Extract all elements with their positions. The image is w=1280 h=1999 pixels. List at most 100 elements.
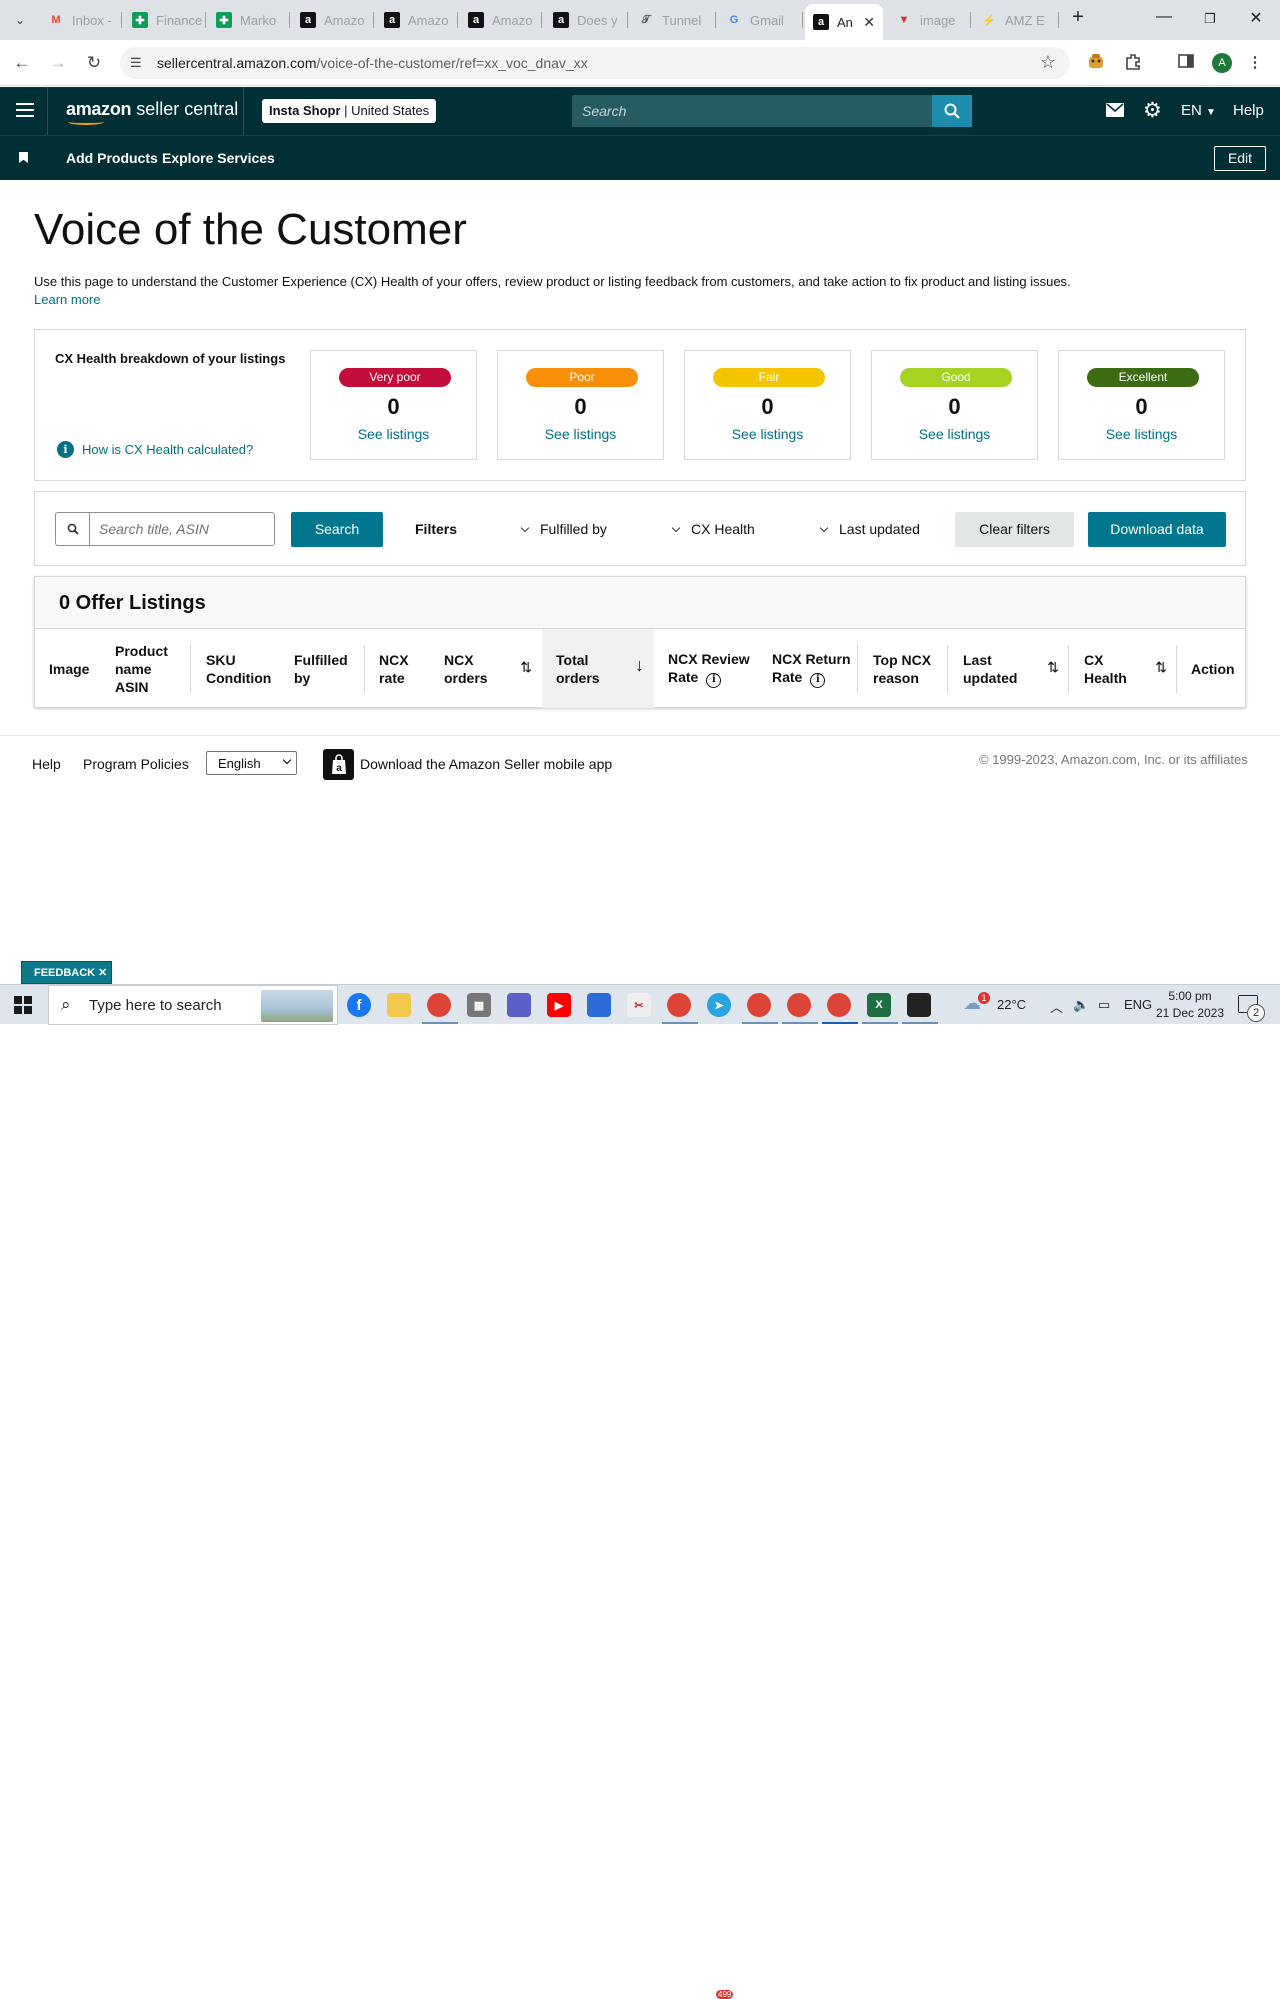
volume-icon[interactable]: 🔈: [1073, 997, 1089, 1013]
browser-tab[interactable]: M Inbox -: [40, 6, 122, 34]
sort-icon[interactable]: ⇅: [1047, 659, 1059, 676]
extension-icon[interactable]: [1085, 52, 1107, 74]
column-header[interactable]: NCX orders ⇅: [430, 629, 542, 708]
column-header[interactable]: Last updated ⇅: [948, 629, 1069, 708]
chrome-menu-icon[interactable]: ⋮: [1244, 52, 1266, 74]
excel-icon[interactable]: X: [867, 993, 891, 1017]
settings-gear-icon[interactable]: ⚙: [1143, 98, 1162, 123]
browser-tab[interactable]: a Does y: [545, 6, 628, 34]
sort-icon[interactable]: ⇅: [520, 659, 532, 676]
see-listings-link[interactable]: See listings: [1059, 426, 1224, 442]
extensions-puzzle-icon[interactable]: [1122, 52, 1144, 74]
see-listings-link[interactable]: See listings: [872, 426, 1037, 442]
address-bar[interactable]: ☰ sellercentral.amazon.com/voice-of-the-…: [120, 47, 1070, 79]
new-tab-icon[interactable]: +: [1066, 6, 1090, 30]
site-info-icon[interactable]: ☰: [130, 55, 142, 71]
column-header[interactable]: CX Health ⇅: [1069, 629, 1177, 708]
add-products-link[interactable]: Add Products: [66, 150, 158, 166]
mail-icon[interactable]: [1106, 101, 1124, 122]
show-hidden-icons-icon[interactable]: ︿: [1050, 997, 1063, 1016]
header-search-button[interactable]: [932, 95, 972, 127]
cx-count: 0: [574, 394, 587, 419]
column-header[interactable]: Total orders ↓: [542, 629, 654, 708]
sort-icon[interactable]: ⇅: [1155, 659, 1167, 676]
search-icon: [944, 103, 960, 119]
amazon-icon: a: [553, 12, 569, 28]
store-icon[interactable]: [587, 993, 611, 1017]
browser-tab[interactable]: a Amazo: [292, 6, 374, 34]
language-selector[interactable]: EN ▼: [1181, 102, 1216, 119]
network-icon[interactable]: ▭: [1098, 997, 1110, 1013]
browser-tab[interactable]: G Gmail: [718, 6, 803, 34]
last-updated-dropdown[interactable]: Last updated: [819, 521, 920, 537]
see-listings-link[interactable]: See listings: [685, 426, 850, 442]
minimize-icon[interactable]: —: [1152, 8, 1176, 32]
windows-start-icon[interactable]: [14, 996, 32, 1014]
header-help-link[interactable]: Help: [1233, 102, 1264, 119]
restore-icon[interactable]: ❐: [1198, 11, 1222, 35]
browser-tab[interactable]: ⚡ AMZ E: [973, 6, 1059, 34]
search-button[interactable]: Search: [291, 512, 383, 547]
chrome-profile-icon[interactable]: [667, 993, 691, 1017]
learn-more-link[interactable]: Learn more: [34, 292, 100, 307]
back-icon[interactable]: ←: [11, 52, 33, 74]
clear-filters-button[interactable]: Clear filters: [955, 512, 1074, 547]
info-icon[interactable]: i: [810, 672, 826, 688]
see-listings-link[interactable]: See listings: [311, 426, 476, 442]
copilot-icon[interactable]: [507, 993, 531, 1017]
listing-search-input[interactable]: Search title, ASIN: [89, 512, 275, 546]
youtube-icon[interactable]: ▶: [547, 993, 571, 1017]
reload-icon[interactable]: ↻: [83, 52, 105, 74]
chrome-profile-c-icon[interactable]: [787, 993, 811, 1017]
info-icon[interactable]: i: [706, 672, 722, 688]
bookmark-icon[interactable]: [19, 152, 28, 163]
close-window-icon[interactable]: ✕: [1244, 8, 1268, 32]
cx-health-calc-link[interactable]: i How is CX Health calculated?: [57, 441, 253, 458]
store-selector[interactable]: Insta Shopr | United States: [262, 99, 437, 123]
see-listings-link[interactable]: See listings: [498, 426, 663, 442]
taskbar-search[interactable]: ⌕ Type here to search: [48, 985, 338, 1025]
program-policies-link[interactable]: Program Policies: [83, 756, 189, 772]
edit-nav-button[interactable]: Edit: [1214, 146, 1266, 171]
footer-help-link[interactable]: Help: [32, 756, 61, 772]
bookmark-star-icon[interactable]: ☆: [1040, 52, 1056, 73]
explore-services-link[interactable]: Explore Services: [162, 150, 275, 166]
footer-language-select[interactable]: English: [206, 751, 297, 775]
sticky-notes-icon[interactable]: [907, 993, 931, 1017]
browser-tab[interactable]: a An ✕: [805, 4, 883, 40]
telegram-icon[interactable]: ➤: [707, 993, 731, 1017]
chrome-active-icon[interactable]: [827, 993, 851, 1017]
amazon-seller-app-icon[interactable]: a: [323, 749, 354, 780]
fulfilled-by-dropdown[interactable]: Fulfilled by: [520, 521, 607, 537]
browser-tab[interactable]: a Amazo: [460, 6, 542, 34]
browser-tab[interactable]: ✚ Finance: [124, 6, 206, 34]
browser-tab[interactable]: a Amazo: [376, 6, 458, 34]
browser-tab[interactable]: 𝒯 Tunnel: [630, 6, 716, 34]
calculator-icon[interactable]: ▦: [467, 993, 491, 1017]
tab-search-icon[interactable]: ⌄: [8, 8, 32, 32]
browser-tab[interactable]: ✚ Marko: [208, 6, 290, 34]
close-tab-icon[interactable]: ✕: [863, 14, 875, 31]
forward-icon[interactable]: →: [47, 52, 69, 74]
side-panel-icon[interactable]: [1175, 52, 1197, 74]
file-explorer-icon[interactable]: [387, 993, 411, 1017]
browser-tab[interactable]: ▼ image: [888, 6, 971, 34]
profile-avatar[interactable]: A: [1212, 53, 1232, 73]
sort-descending-icon[interactable]: ↓: [635, 655, 644, 676]
cx-health-dropdown[interactable]: CX Health: [671, 521, 755, 537]
sheets-icon: ✚: [216, 12, 232, 28]
facebook-icon[interactable]: f: [347, 993, 371, 1017]
feedback-button[interactable]: FEEDBACK ✕: [21, 961, 112, 984]
chrome-profile-a-icon[interactable]: [747, 993, 771, 1017]
menu-hamburger-icon[interactable]: [16, 103, 34, 117]
chrome-icon[interactable]: [427, 993, 451, 1017]
snipping-tool-icon[interactable]: ✂: [627, 993, 651, 1017]
weather-temp[interactable]: 22°C: [997, 997, 1026, 1012]
taskbar-clock[interactable]: 5:00 pm 21 Dec 2023: [1155, 988, 1225, 1022]
download-app-link[interactable]: Download the Amazon Seller mobile app: [360, 756, 612, 772]
input-language[interactable]: ENG: [1124, 997, 1152, 1012]
download-data-button[interactable]: Download data: [1088, 512, 1226, 547]
notifications-icon[interactable]: 2: [1238, 995, 1265, 1022]
seller-central-logo[interactable]: amazon seller central: [66, 99, 238, 125]
header-search-input[interactable]: Search: [572, 95, 932, 127]
